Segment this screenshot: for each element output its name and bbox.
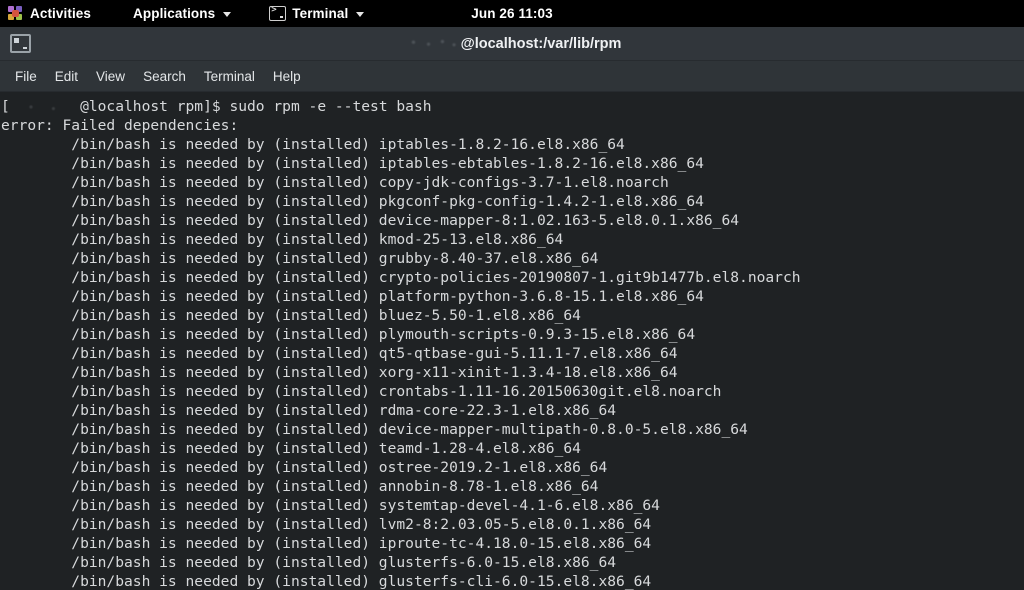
menu-item-terminal[interactable]: Terminal xyxy=(195,65,264,88)
terminal-app-menu[interactable]: Terminal xyxy=(259,0,374,27)
activities-button[interactable]: Activities xyxy=(0,0,101,27)
terminal-icon xyxy=(10,34,31,53)
terminal-command: sudo rpm -e --test bash xyxy=(229,98,431,115)
redacted-username xyxy=(403,37,461,50)
chevron-down-icon xyxy=(223,12,231,17)
chevron-down-icon xyxy=(356,12,364,17)
fedora-activities-icon xyxy=(8,6,24,22)
terminal-window: @localhost:/var/lib/rpm File Edit View S… xyxy=(0,27,1024,590)
terminal-dependency-line: /bin/bash is needed by (installed) plymo… xyxy=(1,325,1024,344)
terminal-dependency-line: /bin/bash is needed by (installed) lvm2-… xyxy=(1,515,1024,534)
terminal-dependency-line: /bin/bash is needed by (installed) syste… xyxy=(1,496,1024,515)
window-title: @localhost:/var/lib/rpm xyxy=(0,36,1024,52)
terminal-prompt-line: [ @localhost rpm]$ sudo rpm -e --test bas… xyxy=(1,97,1024,116)
prompt-prefix: [ xyxy=(1,98,10,115)
terminal-dependency-line: /bin/bash is needed by (installed) cront… xyxy=(1,382,1024,401)
activities-label: Activities xyxy=(30,6,91,21)
applications-menu[interactable]: Applications xyxy=(123,0,241,27)
terminal-error-line: error: Failed dependencies: xyxy=(1,116,1024,135)
terminal-dependency-line: /bin/bash is needed by (installed) iptab… xyxy=(1,154,1024,173)
terminal-dependency-line: /bin/bash is needed by (installed) rdma-… xyxy=(1,401,1024,420)
terminal-dependency-line: /bin/bash is needed by (installed) copy-… xyxy=(1,173,1024,192)
terminal-dependency-line: /bin/bash is needed by (installed) qt5-q… xyxy=(1,344,1024,363)
menu-item-search[interactable]: Search xyxy=(134,65,195,88)
prompt-suffix: @localhost rpm]$ xyxy=(80,98,229,115)
menu-item-edit[interactable]: Edit xyxy=(46,65,87,88)
terminal-dependency-line: /bin/bash is needed by (installed) crypt… xyxy=(1,268,1024,287)
terminal-dependency-line: /bin/bash is needed by (installed) devic… xyxy=(1,420,1024,439)
terminal-dependency-line: /bin/bash is needed by (installed) pkgco… xyxy=(1,192,1024,211)
terminal-dependency-line: /bin/bash is needed by (installed) grubb… xyxy=(1,249,1024,268)
window-title-bar[interactable]: @localhost:/var/lib/rpm xyxy=(0,27,1024,61)
terminal-dependency-line: /bin/bash is needed by (installed) ostre… xyxy=(1,458,1024,477)
gnome-top-bar: Activities Applications Terminal Jun 26 … xyxy=(0,0,1024,27)
terminal-dependency-line: /bin/bash is needed by (installed) annob… xyxy=(1,477,1024,496)
terminal-dependency-line: /bin/bash is needed by (installed) teamd… xyxy=(1,439,1024,458)
terminal-dependency-line: /bin/bash is needed by (installed) devic… xyxy=(1,211,1024,230)
window-title-text: @localhost:/var/lib/rpm xyxy=(461,36,622,52)
redacted-username xyxy=(10,102,80,113)
terminal-dependency-line: /bin/bash is needed by (installed) kmod-… xyxy=(1,230,1024,249)
menu-item-help[interactable]: Help xyxy=(264,65,310,88)
terminal-app-label: Terminal xyxy=(292,6,348,21)
terminal-dependency-line: /bin/bash is needed by (installed) xorg-… xyxy=(1,363,1024,382)
applications-label: Applications xyxy=(133,6,215,21)
menu-item-file[interactable]: File xyxy=(6,65,46,88)
terminal-dependency-line: /bin/bash is needed by (installed) iprou… xyxy=(1,534,1024,553)
menu-item-view[interactable]: View xyxy=(87,65,134,88)
terminal-dependency-line: /bin/bash is needed by (installed) platf… xyxy=(1,287,1024,306)
menu-bar: File Edit View Search Terminal Help xyxy=(0,61,1024,92)
terminal-icon xyxy=(269,6,286,21)
terminal-output[interactable]: [ @localhost rpm]$ sudo rpm -e --test bas… xyxy=(0,92,1024,590)
terminal-dependency-line: /bin/bash is needed by (installed) glust… xyxy=(1,553,1024,572)
terminal-dependency-line: /bin/bash is needed by (installed) glust… xyxy=(1,572,1024,590)
terminal-dependency-line: /bin/bash is needed by (installed) iptab… xyxy=(1,135,1024,154)
terminal-dependency-line: /bin/bash is needed by (installed) bluez… xyxy=(1,306,1024,325)
